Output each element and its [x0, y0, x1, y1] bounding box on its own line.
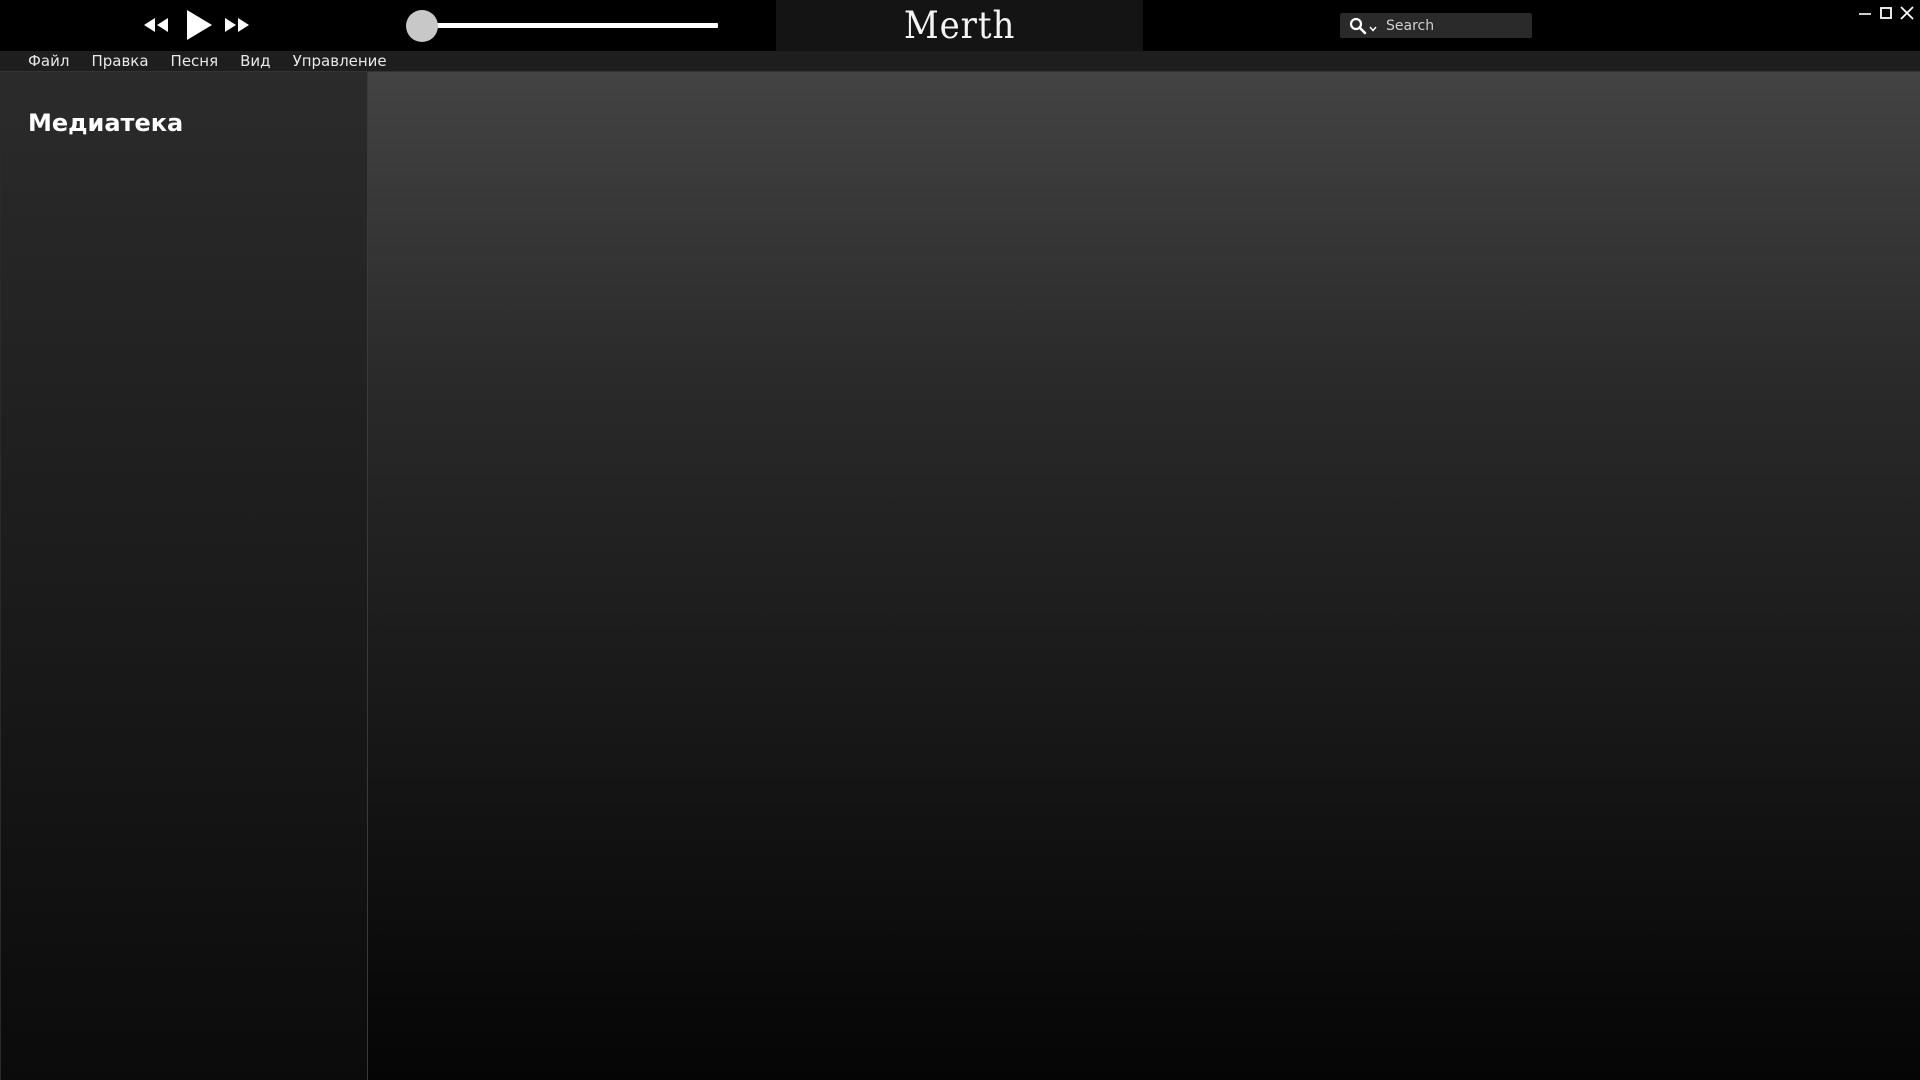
minimize-button[interactable] — [1856, 4, 1874, 22]
now-playing-panel: Merth — [776, 0, 1143, 51]
close-button[interactable] — [1898, 4, 1916, 22]
chevron-down-icon[interactable] — [1369, 17, 1377, 36]
play-icon — [187, 10, 212, 40]
sidebar: Медиатека — [0, 72, 368, 1080]
minimize-icon — [1859, 13, 1871, 15]
maximize-button[interactable] — [1877, 4, 1895, 22]
menu-view[interactable]: Вид — [240, 51, 270, 72]
rewind-button[interactable] — [143, 16, 169, 34]
menu-bar: Файл Правка Песня Вид Управление — [0, 51, 1920, 72]
menu-edit[interactable]: Правка — [91, 51, 148, 72]
fast-forward-icon — [225, 18, 249, 32]
app-logo: Merth — [903, 4, 1016, 47]
progress-track — [422, 23, 718, 28]
menu-controls[interactable]: Управление — [293, 51, 387, 72]
menu-file[interactable]: Файл — [28, 51, 69, 72]
menu-song[interactable]: Песня — [171, 51, 219, 72]
close-icon — [1900, 6, 1914, 20]
library-heading: Медиатека — [28, 109, 184, 137]
fast-forward-button[interactable] — [224, 16, 250, 34]
rewind-icon — [144, 18, 168, 32]
play-button[interactable] — [184, 9, 214, 41]
search-box[interactable] — [1340, 13, 1532, 38]
maximize-icon — [1880, 7, 1892, 19]
window-controls — [1856, 4, 1920, 24]
search-icon[interactable] — [1349, 17, 1367, 35]
progress-slider[interactable] — [406, 10, 718, 42]
title-bar: Merth — [0, 0, 1920, 51]
main-content — [368, 72, 1920, 1080]
progress-thumb[interactable] — [406, 10, 438, 42]
search-input[interactable] — [1386, 17, 1526, 34]
